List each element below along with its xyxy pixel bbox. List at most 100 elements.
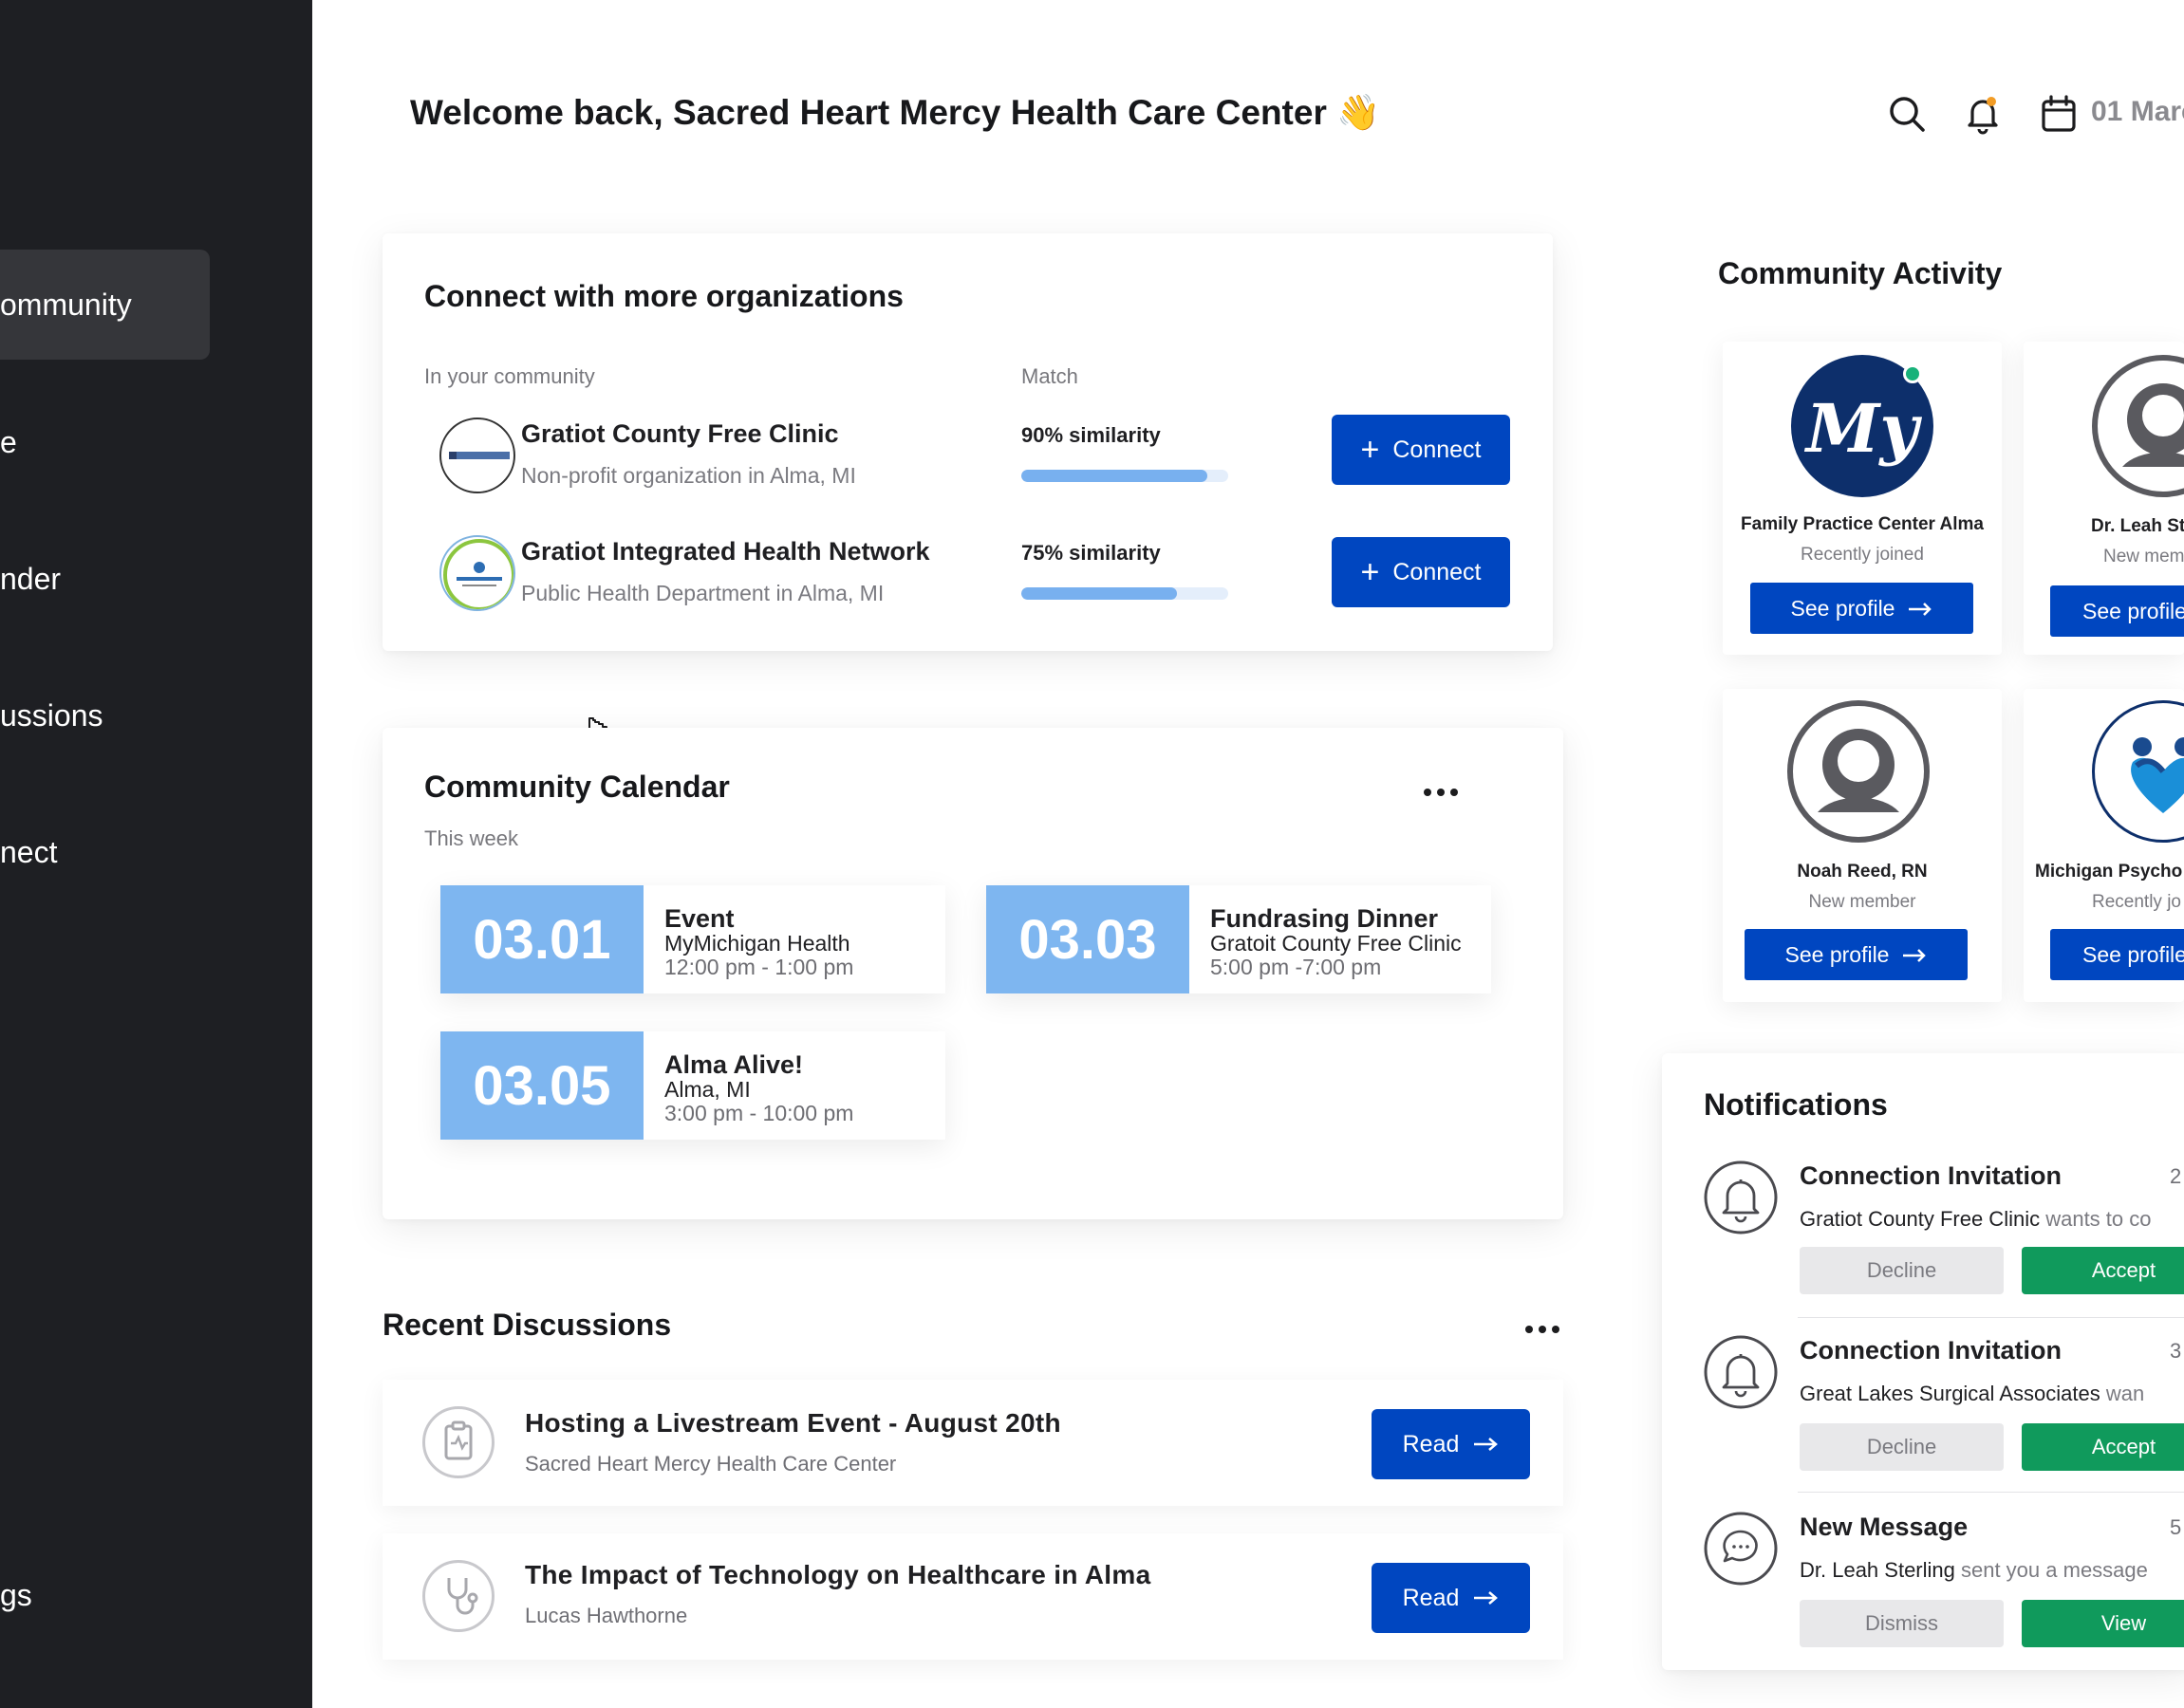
search-icon[interactable] [1886,93,1928,135]
sidebar-item-label: ussions [0,697,103,733]
notification-time: 2 [2170,1164,2182,1188]
connect-button[interactable]: + Connect [1332,415,1510,485]
member-logo: My [1791,355,1933,497]
arrow-right-icon [1472,1431,1499,1458]
avatar-placeholder-icon [1787,700,1930,843]
header-date[interactable]: 01 Marc [2091,96,2184,128]
read-button[interactable]: Read [1372,1563,1530,1633]
event-title: Event [664,904,735,933]
member-logo [2092,700,2184,843]
accept-button[interactable]: Accept [2022,1247,2184,1294]
notification-title: Connection Invitation [1800,1161,2062,1190]
discussion-row[interactable]: Hosting a Livestream Event - August 20th… [383,1380,1563,1506]
clipboard-icon [422,1406,495,1478]
sidebar-item-calendar[interactable]: nder [0,524,210,634]
event-organizer: Gratoit County Free Clinic [1210,931,1462,956]
see-profile-button[interactable]: See profile [2050,929,2184,980]
read-button-label: Read [1402,1430,1460,1457]
calendar-card: Community Calendar This week 03.01 Event… [383,728,1563,1219]
read-button-label: Read [1402,1584,1460,1611]
calendar-event[interactable]: 03.03 Fundrasing Dinner Gratoit County F… [986,885,1491,993]
sidebar-item-label: ommunity [0,287,132,322]
event-date: 03.01 [440,885,644,993]
notification-text: Dr. Leah Sterling sent you a message [1800,1558,2148,1583]
see-profile-button[interactable]: See profile [1750,583,1973,634]
notification-text: Gratiot County Free Clinic wants to co [1800,1207,2151,1232]
connect-card: Connect with more organizations In your … [383,233,1553,651]
event-organizer: Alma, MI [664,1077,751,1102]
org-name[interactable]: Gratiot County Free Clinic [521,419,839,449]
discussion-title[interactable]: The Impact of Technology on Healthcare i… [525,1560,1150,1590]
sidebar-item-profile[interactable]: e [0,387,210,497]
divider [1798,1317,2184,1318]
bell-icon [1703,1160,1779,1235]
notification-text: Great Lakes Surgical Associates wan [1800,1382,2144,1406]
chat-bubble-icon [1703,1511,1779,1587]
dismiss-button[interactable]: Dismiss [1800,1600,2004,1647]
calendar-event[interactable]: 03.01 Event MyMichigan Health 12:00 pm -… [440,885,945,993]
plus-icon: + [1360,554,1380,590]
notification-message: wants to co [2040,1207,2152,1231]
member-status: Recently joined [1801,545,1924,565]
member-status: Recently jo [2092,892,2181,912]
similarity-label: 90% similarity [1021,423,1161,447]
accept-button[interactable]: Accept [2022,1423,2184,1471]
member-name: Family Practice Center Alma [1741,514,1984,534]
bell-icon[interactable] [1962,93,2004,135]
connect-title: Connect with more organizations [424,279,904,313]
org-logo [439,418,515,493]
discussions-title: Recent Discussions [383,1308,672,1342]
divider [1798,1492,2184,1493]
member-status: New mem [2103,547,2184,566]
see-profile-label: See profile [2082,598,2184,623]
more-options-icon[interactable] [1523,1322,1561,1337]
similarity-label: 75% similarity [1021,541,1161,565]
event-title: Fundrasing Dinner [1210,904,1439,933]
org-description: Public Health Department in Alma, MI [521,581,885,605]
notification-time: 3 [2170,1339,2182,1363]
discussion-title[interactable]: Hosting a Livestream Event - August 20th [525,1408,1061,1439]
discussion-author: Sacred Heart Mercy Health Care Center [525,1452,897,1476]
decline-button[interactable]: Decline [1800,1423,2004,1471]
discussion-row[interactable]: The Impact of Technology on Healthcare i… [383,1533,1563,1660]
calendar-icon[interactable] [2038,93,2080,135]
member-status: New member [1808,892,1916,912]
member-name: Dr. Leah Ste [2091,516,2184,536]
sidebar-item-settings[interactable]: gs [0,1540,210,1650]
view-button[interactable]: View [2022,1600,2184,1647]
calendar-event[interactable]: 03.05 Alma Alive! Alma, MI 3:00 pm - 10:… [440,1031,945,1140]
org-description: Non-profit organization in Alma, MI [521,463,856,488]
connect-button[interactable]: + Connect [1332,537,1510,607]
org-name[interactable]: Gratiot Integrated Health Network [521,537,930,566]
sidebar-item-label: e [0,424,17,459]
see-profile-button[interactable]: See profile [2050,585,2184,637]
sidebar-item-community[interactable]: ommunity [0,250,210,360]
notification-title: Connection Invitation [1800,1336,2062,1365]
sidebar: ommunity e nder ussions nect gs [0,0,312,1708]
event-time: 3:00 pm - 10:00 pm [664,1101,854,1125]
similarity-bar [1021,587,1228,600]
sidebar-item-label: nect [0,834,58,869]
notification-actor[interactable]: Dr. Leah Sterling [1800,1558,1955,1582]
more-options-icon[interactable] [1422,785,1460,800]
arrow-right-icon [1908,596,1932,622]
connect-button-label: Connect [1392,558,1482,585]
online-indicator [1903,364,1922,383]
event-time: 5:00 pm -7:00 pm [1210,955,1382,979]
avatar-placeholder-icon [2092,355,2184,497]
plus-icon: + [1360,432,1380,468]
org-logo [439,535,515,611]
notification-time: 5 [2170,1515,2182,1539]
notification-actor[interactable]: Gratiot County Free Clinic [1800,1207,2040,1231]
see-profile-label: See profile [1790,595,1895,621]
see-profile-button[interactable]: See profile [1745,929,1968,980]
notification-actor[interactable]: Great Lakes Surgical Associates [1800,1382,2100,1405]
read-button[interactable]: Read [1372,1409,1530,1479]
sidebar-item-connect[interactable]: nect [0,797,210,907]
sidebar-item-discussions[interactable]: ussions [0,660,210,770]
decline-button[interactable]: Decline [1800,1247,2004,1294]
sidebar-item-label: gs [0,1577,32,1612]
member-name: Michigan Psycho [2035,862,2183,882]
bell-icon [1703,1334,1779,1410]
event-date: 03.05 [440,1031,644,1140]
